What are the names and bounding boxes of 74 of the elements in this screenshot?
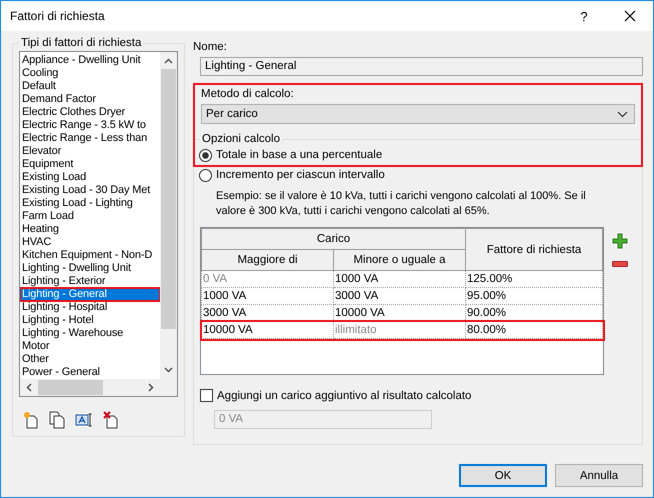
radio-label: Incremento per ciascun intervallo bbox=[216, 169, 385, 181]
scroll-up-icon bbox=[164, 58, 173, 64]
table-cell[interactable]: 3000 VA bbox=[202, 304, 334, 322]
column-group-header: Carico bbox=[202, 228, 466, 250]
duplicate-button[interactable] bbox=[49, 411, 65, 429]
list-item[interactable]: Cooling bbox=[20, 67, 160, 80]
scroll-down-icon bbox=[164, 367, 173, 373]
list-item[interactable]: Existing Load - 30 Day Met bbox=[20, 184, 160, 197]
vertical-scrollbar[interactable] bbox=[160, 52, 177, 379]
list-item[interactable]: Default bbox=[20, 80, 160, 93]
field-label: Nome: bbox=[193, 41, 228, 53]
table-cell[interactable]: 1000 VA bbox=[202, 288, 334, 304]
list-item[interactable]: Existing Load - Lighting bbox=[20, 197, 160, 210]
list-item[interactable]: Kitchen Equipment - Non-D bbox=[20, 249, 160, 262]
list-item[interactable]: Lighting - Warehouse bbox=[20, 327, 160, 340]
list-item[interactable]: Power - General bbox=[20, 366, 160, 379]
table-cell[interactable]: 10000 VA bbox=[334, 304, 466, 322]
list-item[interactable]: Farm Load bbox=[20, 210, 160, 223]
list-item[interactable]: Motor bbox=[20, 340, 160, 353]
list-item[interactable]: Heating bbox=[20, 223, 160, 236]
list-item[interactable]: Lighting - Dwelling Unit bbox=[20, 262, 160, 275]
list-item[interactable]: Demand Factor bbox=[20, 93, 160, 106]
radio-button[interactable]: Incremento per ciascun intervallo bbox=[199, 165, 636, 185]
delete-button[interactable] bbox=[103, 411, 119, 429]
list-item[interactable]: Electric Range - Less than bbox=[20, 132, 160, 145]
table-cell[interactable]: 95.00% bbox=[466, 288, 602, 304]
list-item[interactable]: Other bbox=[20, 353, 160, 366]
column-header: Maggiore di bbox=[202, 250, 334, 270]
list-item[interactable]: HVAC bbox=[20, 236, 160, 249]
new-button[interactable] bbox=[23, 411, 39, 429]
plus-icon bbox=[612, 233, 628, 249]
table-cell[interactable]: 80.00% bbox=[466, 322, 602, 338]
radio-button[interactable]: Totale in base a una percentuale bbox=[199, 145, 636, 165]
rename-button[interactable] bbox=[75, 411, 93, 429]
help-button[interactable]: ? bbox=[561, 1, 607, 31]
table-cell[interactable]: 3000 VA bbox=[334, 288, 466, 304]
example-text: Esempio: se il valore è 10 kVa, tutti i carichi vengono calcolati al 100%. Se il valore è 300 kVa, tutti i carichi vengono calcolati al 65%. bbox=[216, 189, 587, 219]
copy-icon bbox=[49, 411, 65, 429]
group-label: Opzioni calcolo bbox=[201, 133, 281, 145]
table-cell[interactable]: 90.00% bbox=[466, 304, 602, 322]
list-item[interactable]: Lighting - Exterior bbox=[20, 275, 160, 288]
list-item[interactable]: Existing Load bbox=[20, 171, 160, 184]
column-header: Minore o uguale a bbox=[334, 250, 466, 270]
close-icon bbox=[624, 10, 636, 22]
field-label: Metodo di calcolo: bbox=[201, 88, 295, 100]
list-item[interactable]: Lighting - Hotel bbox=[20, 314, 160, 327]
new-document-icon bbox=[23, 411, 39, 429]
list-item[interactable]: Equipment bbox=[20, 158, 160, 171]
list-item[interactable]: Electric Range - 3.5 kW to bbox=[20, 119, 160, 132]
table-cell[interactable]: 1000 VA bbox=[334, 270, 466, 288]
scroll-left-icon bbox=[26, 383, 32, 392]
delete-document-icon bbox=[103, 411, 119, 429]
checkbox-label: Aggiungi un carico aggiuntivo al risultato calcolato bbox=[217, 390, 472, 402]
name-field[interactable]: Lighting - General bbox=[200, 57, 643, 76]
add-row-button[interactable] bbox=[612, 233, 628, 249]
window-title: Fattori di richiesta bbox=[10, 9, 106, 23]
list-item[interactable]: Electric Clothes Dryer bbox=[20, 106, 160, 119]
dialog-button[interactable]: OK bbox=[459, 464, 547, 487]
table-cell[interactable]: 10000 VA bbox=[202, 322, 334, 338]
scroll-right-icon bbox=[148, 383, 154, 392]
dialog-button[interactable]: Annulla bbox=[555, 464, 643, 487]
list-item[interactable]: Elevator bbox=[20, 145, 160, 158]
rename-icon bbox=[75, 413, 93, 427]
list-item[interactable]: Appliance - Dwelling Unit bbox=[20, 54, 160, 67]
list-item[interactable]: Lighting - General bbox=[20, 288, 160, 301]
radio-label: Totale in base a una percentuale bbox=[216, 149, 382, 161]
list-item[interactable]: Lighting - Hospital bbox=[20, 301, 160, 314]
column-header: Fattore di richiesta bbox=[466, 228, 602, 270]
minus-icon bbox=[612, 261, 628, 267]
group-label: Tipi di fattori di richiesta bbox=[20, 37, 142, 49]
method-dropdown[interactable]: Per carico bbox=[201, 104, 635, 124]
chevron-down-icon bbox=[617, 110, 628, 118]
checkbox-option[interactable]: Aggiungi un carico aggiuntivo al risultato calcolato bbox=[200, 389, 636, 402]
table-cell[interactable]: 125.00% bbox=[466, 270, 602, 288]
